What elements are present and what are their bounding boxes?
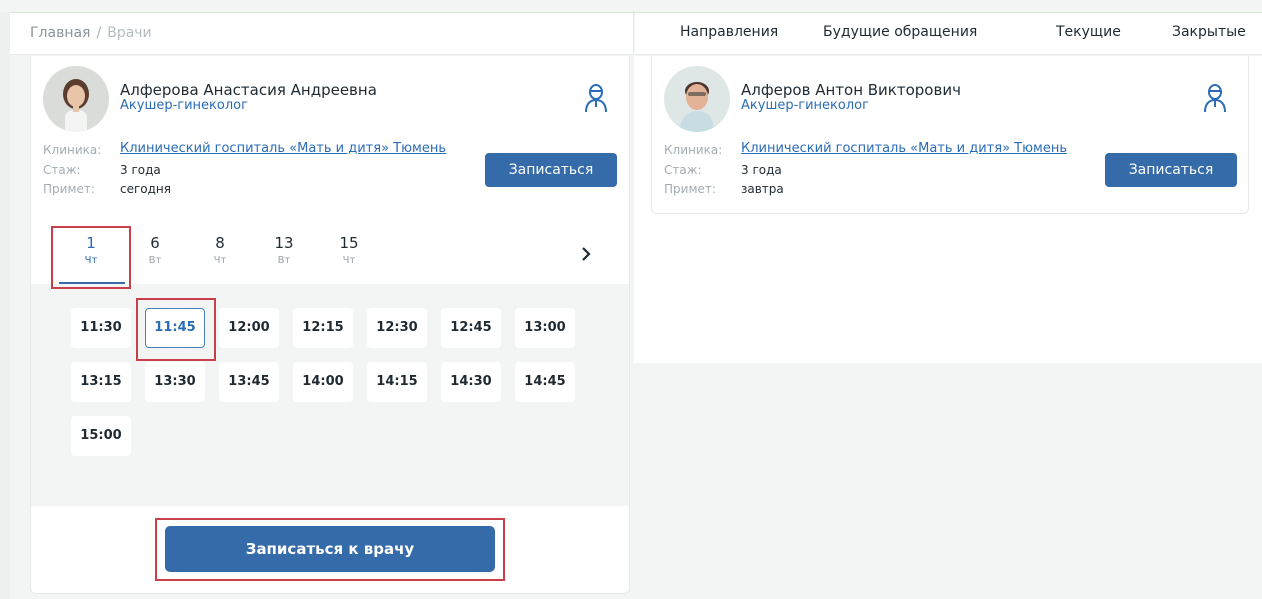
book-doctor-button[interactable]: Записаться к врачу xyxy=(165,526,495,572)
accepts-value: завтра xyxy=(741,182,784,196)
date-day: 8 xyxy=(215,234,225,252)
time-slot-selected[interactable]: 11:45 xyxy=(145,308,205,348)
time-slot[interactable]: 15:00 xyxy=(71,416,131,456)
date-item[interactable]: 6 Вт xyxy=(131,234,179,266)
date-weekday: Вт xyxy=(277,255,291,266)
date-weekday: Чт xyxy=(213,255,227,266)
clinic-value: Клинический госпиталь «Мать и дитя» Тюме… xyxy=(120,141,446,156)
time-slot[interactable]: 14:00 xyxy=(293,362,353,402)
experience-value: 3 года xyxy=(741,163,782,177)
date-day: 15 xyxy=(339,234,359,252)
time-slot[interactable]: 12:30 xyxy=(367,308,427,348)
time-slot[interactable]: 12:15 xyxy=(293,308,353,348)
tab-closed[interactable]: Закрытые xyxy=(1172,24,1246,40)
doctor-avatar xyxy=(664,66,730,132)
experience-label: Стаж: xyxy=(664,163,702,177)
date-weekday: Чт xyxy=(84,255,98,266)
time-slot[interactable]: 12:45 xyxy=(441,308,501,348)
date-weekday: Вт xyxy=(148,255,162,266)
date-day: 6 xyxy=(150,234,160,252)
left-edge xyxy=(0,12,10,599)
clinic-label: Клиника: xyxy=(664,143,723,157)
tab-current[interactable]: Текущие xyxy=(1056,24,1121,40)
time-slot[interactable]: 14:45 xyxy=(515,362,575,402)
book-button[interactable]: Записаться xyxy=(1105,153,1237,187)
doctor-icon[interactable] xyxy=(583,81,609,115)
doctor-avatar xyxy=(43,66,109,132)
doctor-specialty: Акушер-гинеколог xyxy=(120,98,248,113)
chevron-right-icon[interactable] xyxy=(579,246,593,261)
breadcrumb-separator: / xyxy=(96,25,102,41)
date-item[interactable]: 15 Чт xyxy=(325,234,373,266)
experience-value: 3 года xyxy=(120,163,161,177)
top-tabs: Направления Будущие обращения Текущие За… xyxy=(635,13,1262,55)
breadcrumb-current: Врачи xyxy=(107,25,152,41)
doctor-name: Алферова Анастасия Андреевна xyxy=(120,81,377,99)
clinic-label: Клиника: xyxy=(43,143,102,157)
time-slot[interactable]: 14:30 xyxy=(441,362,501,402)
date-day: 1 xyxy=(86,234,96,252)
date-weekday: Чт xyxy=(342,255,356,266)
doctor-icon[interactable] xyxy=(1202,81,1228,115)
clinic-link[interactable]: Клинический госпиталь «Мать и дитя» Тюме… xyxy=(120,141,446,156)
doctor-specialty: Акушер-гинеколог xyxy=(741,98,869,113)
tab-future-requests[interactable]: Будущие обращения xyxy=(823,24,977,40)
experience-label: Стаж: xyxy=(43,163,81,177)
time-slot[interactable]: 11:30 xyxy=(71,308,131,348)
time-slot[interactable]: 14:15 xyxy=(367,362,427,402)
time-slot[interactable]: 13:15 xyxy=(71,362,131,402)
book-button[interactable]: Записаться xyxy=(485,153,617,187)
date-day: 13 xyxy=(274,234,294,252)
accepts-label: Примет: xyxy=(43,182,95,196)
time-slots-area: 11:30 11:45 12:00 12:15 12:30 12:45 13:0… xyxy=(31,284,629,506)
time-slot[interactable]: 13:45 xyxy=(219,362,279,402)
clinic-value: Клинический госпиталь «Мать и дитя» Тюме… xyxy=(741,141,1067,156)
page: Главная / Врачи Направления Будущие обраще… xyxy=(0,0,1262,599)
doctor-card-2: Алферов Антон Викторович Акушер-гинеколо… xyxy=(651,56,1249,214)
doctor-card-1: Алферова Анастасия Андреевна Акушер-гине… xyxy=(30,56,630,594)
accepts-label: Примет: xyxy=(664,182,716,196)
date-item[interactable]: 8 Чт xyxy=(196,234,244,266)
doctor-name: Алферов Антон Викторович xyxy=(741,81,961,99)
date-item[interactable]: 13 Вт xyxy=(260,234,308,266)
time-slot[interactable]: 13:00 xyxy=(515,308,575,348)
clinic-link[interactable]: Клинический госпиталь «Мать и дитя» Тюме… xyxy=(741,141,1067,156)
accepts-value: сегодня xyxy=(120,182,171,196)
breadcrumb-bar: Главная / Врачи xyxy=(10,13,634,55)
breadcrumb: Главная / Врачи xyxy=(30,25,152,41)
date-strip: 1 Чт 6 Вт 8 Чт 13 Вт 15 Чт xyxy=(31,220,629,282)
time-slot[interactable]: 13:30 xyxy=(145,362,205,402)
breadcrumb-home[interactable]: Главная xyxy=(30,25,90,41)
time-slot[interactable]: 12:00 xyxy=(219,308,279,348)
date-item[interactable]: 1 Чт xyxy=(67,234,115,266)
tab-referrals[interactable]: Направления xyxy=(680,24,778,40)
